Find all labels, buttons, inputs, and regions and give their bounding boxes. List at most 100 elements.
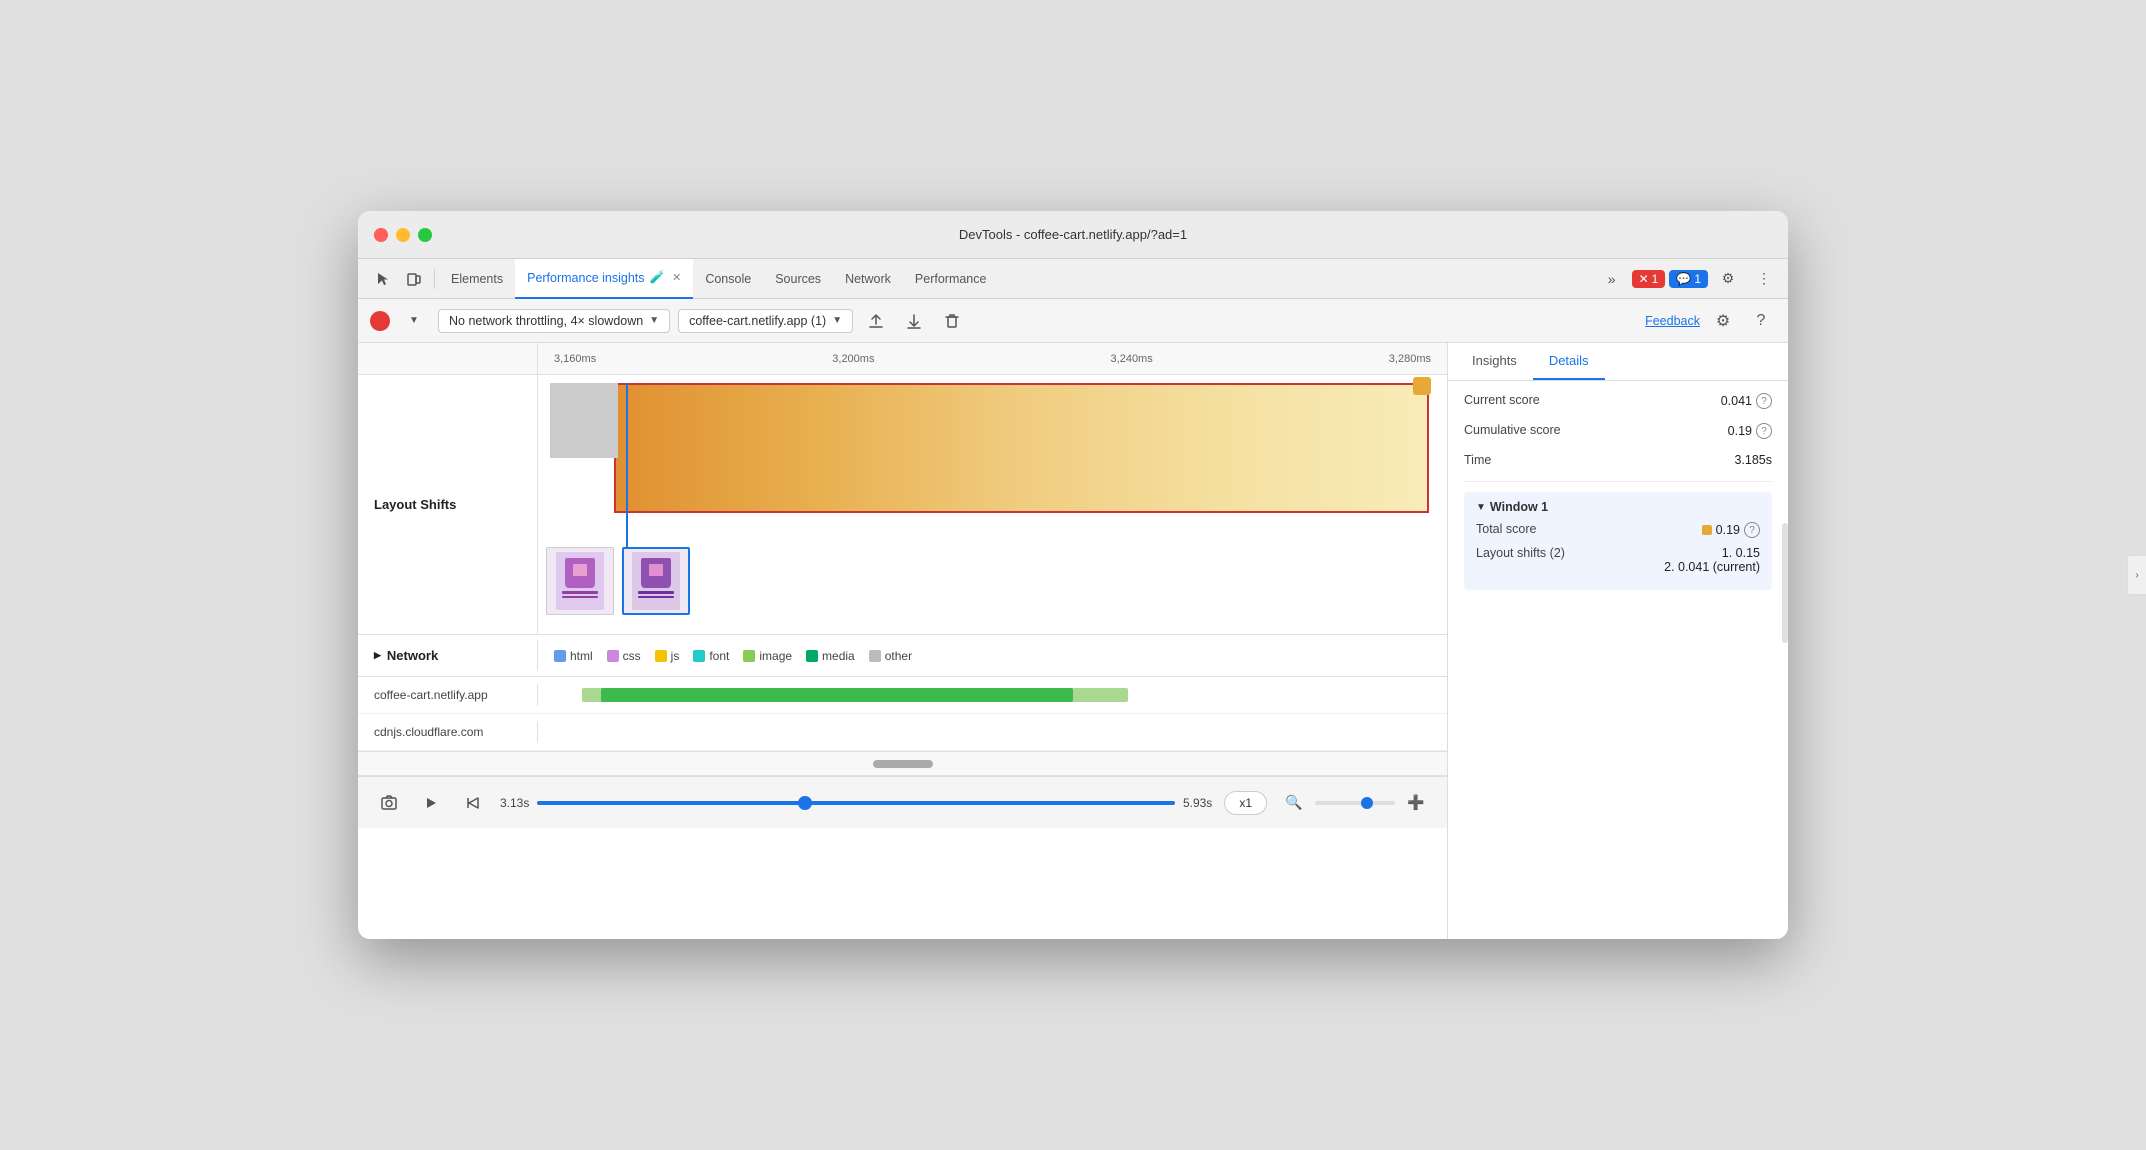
request-bar-1	[538, 677, 1447, 713]
tab-performance[interactable]: Performance	[903, 259, 999, 299]
timeline-slider[interactable]	[537, 801, 1175, 805]
record-button[interactable]	[370, 311, 390, 331]
tab-right-icons: » ✕ 1 💬 1 ⚙ ⋮	[1596, 263, 1780, 295]
tab-sources[interactable]: Sources	[763, 259, 833, 299]
shift-rectangle	[614, 383, 1429, 513]
minimize-light[interactable]	[396, 228, 410, 242]
request-bar-2	[538, 714, 1447, 750]
legend-css: css	[607, 649, 641, 663]
window-layout-shifts: Layout shifts (2) 1. 0.15 2. 0.041 (curr…	[1476, 546, 1760, 574]
request-label-1: coffee-cart.netlify.app	[358, 684, 538, 706]
zoom-out-btn[interactable]: 🔍	[1279, 788, 1309, 818]
toolbar: ▼ No network throttling, 4× slowdown ▼ c…	[358, 299, 1788, 343]
right-scrollbar[interactable]	[1782, 523, 1788, 643]
shift-indicator	[1413, 377, 1431, 395]
zoom-slider[interactable]	[1315, 801, 1395, 805]
window-section: ▼ Window 1 Total score 0.19 ?	[1464, 492, 1772, 590]
cumulative-score-info[interactable]: ?	[1756, 423, 1772, 439]
thumbnail-before[interactable]	[546, 547, 614, 615]
right-content: Current score 0.041 ? Cumulative score 0…	[1448, 381, 1788, 939]
metric-current-score: Current score 0.041 ?	[1464, 393, 1772, 409]
kebab-menu-btn[interactable]: ⋮	[1748, 263, 1780, 295]
network-header: ▶ Network html css	[358, 635, 1447, 677]
screenshot-btn[interactable]	[374, 788, 404, 818]
orange-indicator	[1702, 525, 1712, 535]
maximize-light[interactable]	[418, 228, 432, 242]
metric-divider	[1464, 481, 1772, 482]
scrollbar-thumb[interactable]	[873, 760, 933, 768]
horizontal-scrollbar[interactable]	[358, 752, 1447, 776]
layout-shifts-content[interactable]	[538, 375, 1447, 634]
target-dropdown[interactable]: coffee-cart.netlify.app (1) ▼	[678, 309, 853, 333]
error-badge[interactable]: ✕ 1	[1632, 270, 1666, 288]
network-requests: coffee-cart.netlify.app cdnjs.cloudflare…	[358, 677, 1447, 751]
time-end: 5.93s	[1183, 796, 1212, 810]
bottom-controls: 3.13s 5.93s x1 🔍 ➕	[358, 776, 1447, 828]
request-row-2[interactable]: cdnjs.cloudflare.com	[358, 714, 1447, 751]
legend-media: media	[806, 649, 855, 663]
throttle-dropdown[interactable]: No network throttling, 4× slowdown ▼	[438, 309, 670, 333]
window-title: ▼ Window 1	[1476, 500, 1760, 514]
legend-js: js	[655, 649, 680, 663]
tab-elements[interactable]: Elements	[439, 259, 515, 299]
network-label[interactable]: ▶ Network	[358, 640, 538, 671]
zoom-in-btn[interactable]: ➕	[1401, 788, 1431, 818]
layout-shifts-section: Layout Shifts	[358, 375, 1447, 635]
toolbar-help-btn[interactable]: ?	[1746, 306, 1776, 336]
time-ruler: 3,160ms 3,200ms 3,240ms 3,280ms	[358, 343, 1447, 375]
traffic-lights	[374, 228, 432, 242]
download-button[interactable]	[899, 306, 929, 336]
main-content: 3,160ms 3,200ms 3,240ms 3,280ms Layout S…	[358, 343, 1788, 939]
time-start: 3.13s	[500, 796, 529, 810]
feedback-link[interactable]: Feedback	[1645, 314, 1700, 328]
legend-image: image	[743, 649, 792, 663]
tab-console[interactable]: Console	[693, 259, 763, 299]
close-light[interactable]	[374, 228, 388, 242]
layout-shifts-label: Layout Shifts	[358, 375, 538, 634]
zoom-thumb	[1361, 797, 1373, 809]
request-row-1[interactable]: coffee-cart.netlify.app	[358, 677, 1447, 714]
tab-close-icon[interactable]: ✕	[672, 271, 681, 284]
tab-insights[interactable]: Insights	[1456, 343, 1533, 380]
thumbnail-after[interactable]	[622, 547, 690, 615]
network-legend: html css js	[538, 649, 928, 663]
settings-icon-btn[interactable]: ⚙	[1712, 263, 1744, 295]
zoom-controls: 🔍 ➕	[1279, 788, 1431, 818]
total-score-info[interactable]: ?	[1744, 522, 1760, 538]
legend-font: font	[693, 649, 729, 663]
upload-button[interactable]	[861, 306, 891, 336]
shift-time-marker	[626, 383, 628, 563]
cursor-icon-btn[interactable]	[366, 263, 398, 295]
speed-badge[interactable]: x1	[1224, 791, 1267, 815]
record-dropdown-btn[interactable]: ▼	[398, 305, 430, 337]
tab-network[interactable]: Network	[833, 259, 903, 299]
request-label-2: cdnjs.cloudflare.com	[358, 721, 538, 743]
tab-bar: Elements Performance insights 🧪 ✕ Consol…	[358, 259, 1788, 299]
legend-other: other	[869, 649, 912, 663]
right-panel: Insights Details Current score 0.041 ? C…	[1448, 343, 1788, 939]
delete-button[interactable]	[937, 306, 967, 336]
left-panel: 3,160ms 3,200ms 3,240ms 3,280ms Layout S…	[358, 343, 1448, 939]
tab-details[interactable]: Details	[1533, 343, 1605, 380]
play-btn[interactable]	[416, 788, 446, 818]
info-badge[interactable]: 💬 1	[1669, 270, 1708, 288]
right-tabs: Insights Details	[1448, 343, 1788, 381]
window-title: DevTools - coffee-cart.netlify.app/?ad=1	[959, 227, 1187, 242]
title-bar: DevTools - coffee-cart.netlify.app/?ad=1	[358, 211, 1788, 259]
tab-performance-insights[interactable]: Performance insights 🧪 ✕	[515, 259, 693, 299]
toolbar-settings-btn[interactable]: ⚙	[1708, 306, 1738, 336]
tab-separator-1	[434, 269, 435, 289]
more-tabs-btn[interactable]: »	[1596, 263, 1628, 295]
metric-time: Time 3.185s	[1464, 453, 1772, 467]
skip-back-btn[interactable]	[458, 788, 488, 818]
metric-cumulative-score: Cumulative score 0.19 ?	[1464, 423, 1772, 439]
time-labels: 3,160ms 3,200ms 3,240ms 3,280ms	[538, 353, 1447, 365]
time-range: 3.13s 5.93s	[500, 796, 1212, 810]
legend-html: html	[554, 649, 593, 663]
window-total-score: Total score 0.19 ?	[1476, 522, 1760, 538]
network-section: ▶ Network html css	[358, 635, 1447, 752]
thumbnails-row	[538, 547, 1447, 615]
device-icon-btn[interactable]	[398, 263, 430, 295]
current-score-info[interactable]: ?	[1756, 393, 1772, 409]
shift-before-rect	[550, 383, 618, 458]
